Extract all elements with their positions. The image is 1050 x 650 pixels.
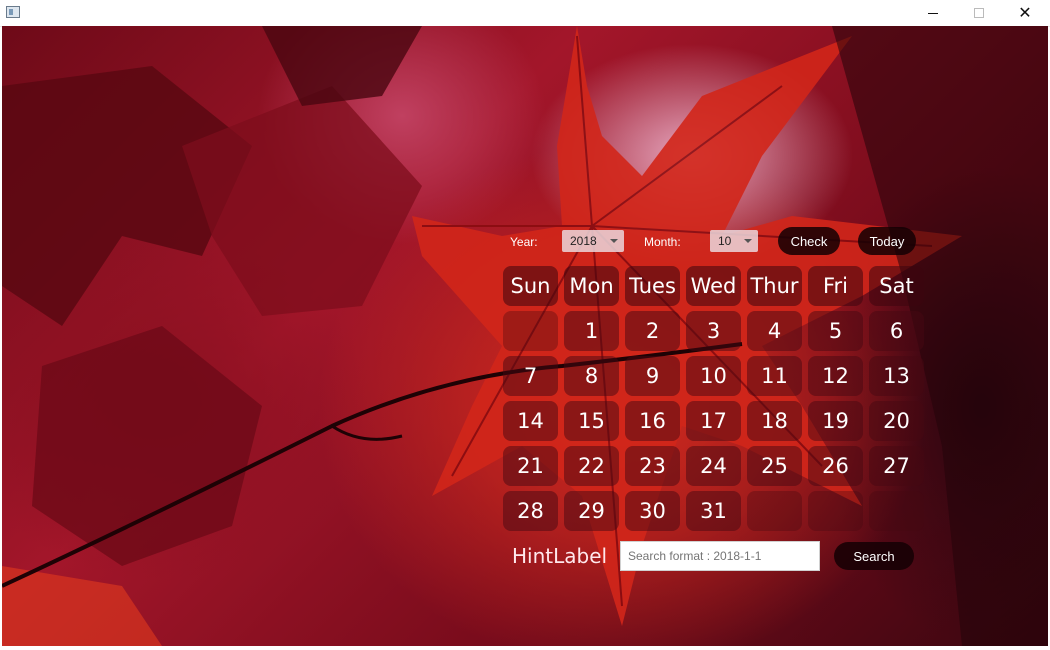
calendar-empty-cell [747,491,802,531]
weekday-header: Thur [747,266,802,306]
calendar-day-cell[interactable]: 18 [747,401,802,441]
calendar-day-cell[interactable]: 12 [808,356,863,396]
check-button[interactable]: Check [778,227,840,255]
weekday-header: Tues [625,266,680,306]
month-select[interactable]: 10 [710,230,758,252]
weekday-header: Wed [686,266,741,306]
calendar-day-cell[interactable]: 30 [625,491,680,531]
calendar-day-cell[interactable]: 14 [503,401,558,441]
month-select-value: 10 [718,234,732,248]
calendar-day-cell[interactable]: 23 [625,446,680,486]
calendar-day-cell[interactable]: 17 [686,401,741,441]
search-button[interactable]: Search [834,542,914,570]
year-select-value: 2018 [570,234,597,248]
today-button[interactable]: Today [858,227,916,255]
calendar-day-cell[interactable]: 4 [747,311,802,351]
weekday-header: Sun [503,266,558,306]
calendar-day-cell[interactable]: 22 [564,446,619,486]
calendar-day-cell[interactable]: 3 [686,311,741,351]
calendar-day-cell[interactable]: 31 [686,491,741,531]
hint-label: HintLabel [512,544,608,568]
close-icon: ✕ [1018,3,1032,22]
calendar-empty-cell [869,491,924,531]
month-label: Month: [644,235,681,249]
calendar-empty-cell [808,491,863,531]
weekday-header: Fri [808,266,863,306]
calendar-day-cell[interactable]: 27 [869,446,924,486]
calendar-day-cell[interactable]: 9 [625,356,680,396]
chevron-down-icon [610,239,618,243]
maximize-icon [974,8,984,18]
calendar-day-cell[interactable]: 13 [869,356,924,396]
minimize-icon [928,12,938,14]
calendar-day-cell[interactable]: 1 [564,311,619,351]
calendar-day-cell[interactable]: 20 [869,401,924,441]
app-icon [6,6,20,18]
calendar-day-cell[interactable]: 19 [808,401,863,441]
calendar-day-cell[interactable]: 5 [808,311,863,351]
calendar-day-cell[interactable]: 2 [625,311,680,351]
calendar-day-cell[interactable]: 15 [564,401,619,441]
calendar-day-cell[interactable]: 16 [625,401,680,441]
search-input[interactable] [620,541,820,571]
calendar-day-cell[interactable]: 11 [747,356,802,396]
calendar-day-cell[interactable]: 6 [869,311,924,351]
calendar-day-cell[interactable]: 8 [564,356,619,396]
calendar-day-cell[interactable]: 24 [686,446,741,486]
close-button[interactable]: ✕ [1002,0,1048,26]
chevron-down-icon [744,239,752,243]
weekday-header: Sat [869,266,924,306]
calendar-day-cell[interactable]: 28 [503,491,558,531]
calendar-day-cell[interactable]: 29 [564,491,619,531]
calendar-empty-cell [503,311,558,351]
calendar-day-cell[interactable]: 7 [503,356,558,396]
calendar-day-cell[interactable]: 25 [747,446,802,486]
weekday-header: Mon [564,266,619,306]
calendar-day-cell[interactable]: 21 [503,446,558,486]
calendar-day-cell[interactable]: 26 [808,446,863,486]
maximize-button[interactable] [956,0,1002,26]
year-select[interactable]: 2018 [562,230,624,252]
year-label: Year: [510,235,538,249]
calendar-day-cell[interactable]: 10 [686,356,741,396]
window-titlebar: ✕ [0,0,1050,27]
minimize-button[interactable] [910,0,956,26]
